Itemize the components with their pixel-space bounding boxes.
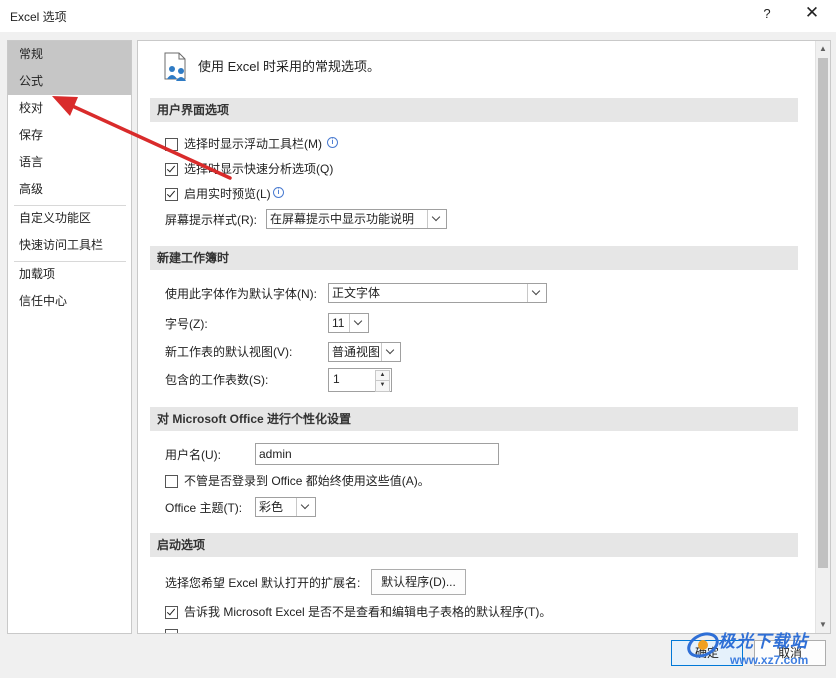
sidebar-item-proofing[interactable]: 校对 xyxy=(8,95,131,122)
screentip-dropdown[interactable]: 在屏幕提示中显示功能说明 xyxy=(266,209,447,229)
sheet-count-spinner[interactable]: 1 ▲ ▼ xyxy=(328,368,392,392)
scroll-thumb[interactable] xyxy=(818,58,828,568)
quick-analysis-label: 选择时显示快速分析选项(Q) xyxy=(184,162,334,176)
panel-header-text: 使用 Excel 时采用的常规选项。 xyxy=(198,59,381,74)
title-bar: Excel 选项 ? ✕ xyxy=(0,0,836,32)
sidebar-item-customize-ribbon[interactable]: 自定义功能区 xyxy=(8,205,131,232)
default-view-dropdown[interactable]: 普通视图 xyxy=(328,342,401,362)
theme-label: Office 主题(T): xyxy=(165,501,243,515)
default-font-label: 使用此字体作为默认字体(N): xyxy=(165,287,317,301)
tell-me-default-checkbox[interactable] xyxy=(165,606,178,619)
sidebar-item-trust-center[interactable]: 信任中心 xyxy=(8,288,131,315)
sidebar-item-language[interactable]: 语言 xyxy=(8,149,131,176)
section-new-workbook: 新建工作簿时 xyxy=(150,246,798,270)
screentip-value: 在屏幕提示中显示功能说明 xyxy=(270,212,415,226)
sidebar-item-save[interactable]: 保存 xyxy=(8,122,131,149)
options-panel: 使用 Excel 时采用的常规选项。 用户界面选项 选择时显示浮动工具栏(M) … xyxy=(137,40,831,634)
screentip-label: 屏幕提示样式(R): xyxy=(165,213,257,227)
sidebar-item-advanced[interactable]: 高级 xyxy=(8,176,131,203)
section-ui-options: 用户界面选项 xyxy=(150,98,798,122)
font-size-dropdown[interactable]: 11 xyxy=(328,313,369,333)
window-title: Excel 选项 xyxy=(10,10,67,24)
live-preview-checkbox[interactable] xyxy=(165,188,178,201)
close-icon[interactable]: ✕ xyxy=(800,3,824,23)
sidebar-item-general[interactable]: 常规 xyxy=(8,41,131,68)
always-use-checkbox[interactable] xyxy=(165,475,178,488)
section-startup: 启动选项 xyxy=(150,533,798,557)
watermark: 极光下载站 www.xz7.com xyxy=(686,625,832,675)
help-icon[interactable]: ? xyxy=(758,6,776,21)
mini-toolbar-checkbox[interactable] xyxy=(165,138,178,151)
default-view-value: 普通视图 xyxy=(332,345,381,359)
chevron-down-icon[interactable] xyxy=(349,314,368,332)
tell-me-default-label: 告诉我 Microsoft Excel 是否不是查看和编辑电子表格的默认程序(T… xyxy=(184,605,552,619)
spin-down-icon[interactable]: ▼ xyxy=(375,380,390,392)
sidebar-item-quick-access[interactable]: 快速访问工具栏 xyxy=(8,232,131,259)
quick-analysis-checkbox[interactable] xyxy=(165,163,178,176)
sheet-count-label: 包含的工作表数(S): xyxy=(165,373,269,387)
theme-dropdown[interactable]: 彩色 xyxy=(255,497,316,517)
info-icon: i xyxy=(273,187,284,198)
default-programs-button[interactable]: 默认程序(D)... xyxy=(371,569,466,595)
sheet-count-value: 1 xyxy=(333,372,340,386)
watermark-brand: 极光下载站 xyxy=(718,632,808,651)
default-view-label: 新工作表的默认视图(V): xyxy=(165,345,293,359)
watermark-url: www.xz7.com xyxy=(730,653,809,667)
default-font-dropdown[interactable]: 正文字体 xyxy=(328,283,547,303)
chevron-down-icon[interactable] xyxy=(381,343,400,361)
font-size-label: 字号(Z): xyxy=(165,317,208,331)
section-personalize: 对 Microsoft Office 进行个性化设置 xyxy=(150,407,798,431)
info-icon: i xyxy=(327,137,338,148)
sidebar-item-addins[interactable]: 加载项 xyxy=(8,261,131,288)
username-input[interactable]: admin xyxy=(255,443,499,465)
chevron-down-icon[interactable] xyxy=(296,498,315,516)
scroll-up-icon[interactable]: ▲ xyxy=(816,41,830,57)
hidden-option-checkbox[interactable] xyxy=(165,629,178,633)
always-use-label: 不管是否登录到 Office 都始终使用这些值(A)。 xyxy=(184,474,430,488)
font-size-value: 11 xyxy=(332,316,345,330)
live-preview-label: 启用实时预览(L) xyxy=(184,187,271,201)
vertical-scrollbar[interactable]: ▲ ▼ xyxy=(815,41,830,633)
default-font-value: 正文字体 xyxy=(332,286,381,300)
chevron-down-icon[interactable] xyxy=(527,284,546,302)
username-label: 用户名(U): xyxy=(165,448,221,462)
theme-value: 彩色 xyxy=(259,500,284,514)
chevron-down-icon[interactable] xyxy=(427,210,446,228)
default-extensions-label: 选择您希望 Excel 默认打开的扩展名: xyxy=(165,576,361,590)
category-sidebar: 常规 公式 校对 保存 语言 高级 自定义功能区 快速访问工具栏 加载项 信任中… xyxy=(7,40,132,634)
general-options-icon xyxy=(164,52,186,81)
sidebar-item-formulas[interactable]: 公式 xyxy=(8,68,131,95)
watermark-logo-icon xyxy=(687,632,719,658)
mini-toolbar-label: 选择时显示浮动工具栏(M) xyxy=(184,137,322,151)
